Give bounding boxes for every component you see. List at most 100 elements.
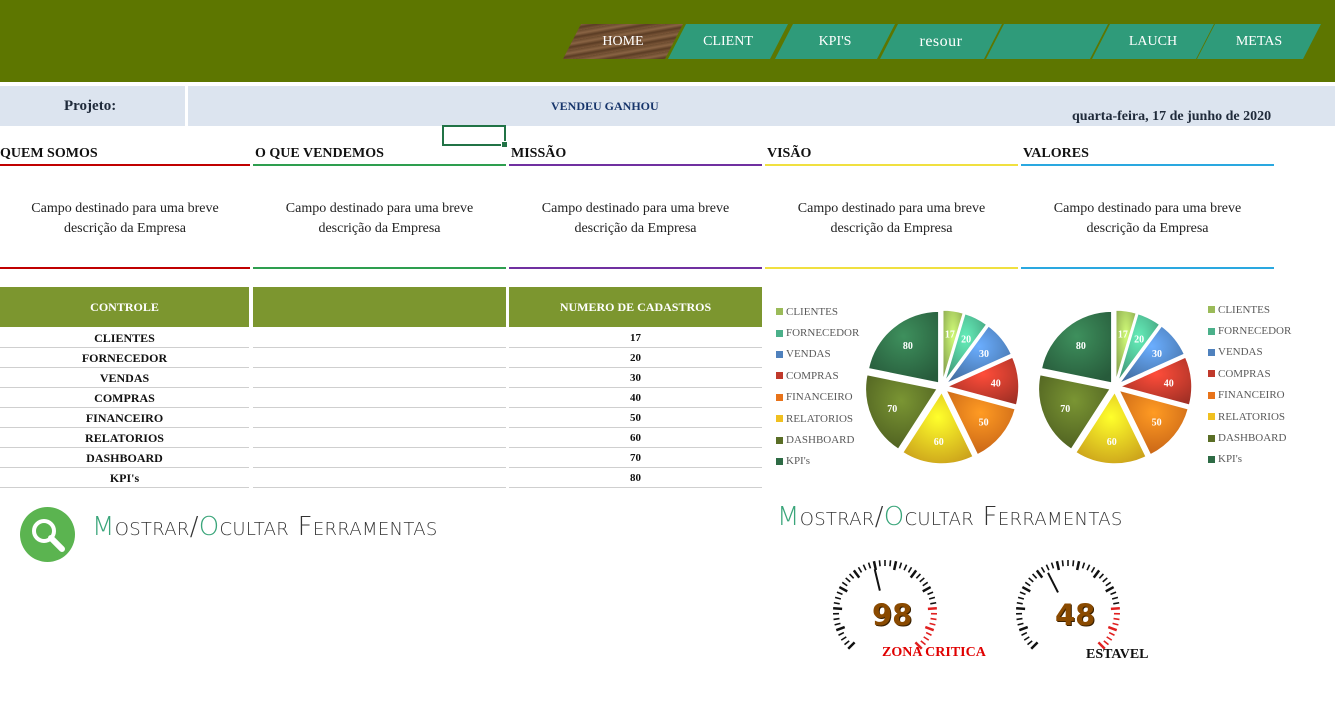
gauge-tick	[1113, 601, 1120, 605]
table-row[interactable]: RELATORIOS 60	[0, 428, 762, 448]
table-row[interactable]: COMPRAS 40	[0, 388, 762, 408]
gauge-tick	[1040, 566, 1046, 573]
legend-swatch	[1208, 327, 1215, 335]
row-name: FORNECEDOR	[0, 348, 249, 368]
section-description[interactable]: Campo destinado para uma breve descrição …	[253, 199, 506, 247]
search-toggle-button[interactable]	[20, 507, 75, 562]
section-description[interactable]: Campo destinado para uma breve descrição …	[509, 199, 762, 247]
toggle-tools-left[interactable]: Mostrar/Ocultar Ferramentas	[92, 512, 438, 542]
tab-metas[interactable]: METAS	[1197, 24, 1321, 59]
table-row[interactable]: KPI's 80	[0, 468, 762, 488]
gauge-tick	[1050, 562, 1055, 569]
table-row[interactable]: FINANCEIRO 50	[0, 408, 762, 428]
tab-client[interactable]: CLIENT	[668, 24, 788, 59]
project-name[interactable]: VENDEU GANHOU	[551, 99, 659, 114]
pie-data-label: 17	[945, 330, 955, 341]
gauge-tick	[1111, 596, 1119, 600]
table-row[interactable]: CLIENTES 17	[0, 328, 762, 348]
section-description[interactable]: Campo destinado para uma breve descrição …	[765, 199, 1018, 247]
pie-data-label: 70	[1060, 404, 1070, 415]
gauge-tick	[834, 622, 841, 626]
table-row[interactable]: FORNECEDOR 20	[0, 348, 762, 368]
legend-swatch	[1208, 370, 1215, 378]
gauge-tick	[923, 636, 930, 641]
legend-item: RELATORIOS	[776, 408, 859, 429]
gauge-tick	[1018, 625, 1029, 632]
section-description-line1: Campo destinado para uma breve	[541, 201, 730, 216]
section-bottom-line	[1021, 267, 1274, 269]
legend-item: FINANCEIRO	[776, 387, 859, 408]
legend-swatch	[776, 350, 783, 358]
gauge-tick	[838, 631, 845, 636]
gauge-tick	[1081, 562, 1086, 569]
tab-client-label: CLIENT	[703, 33, 753, 49]
legend-swatch	[1208, 413, 1215, 421]
legend-swatch	[776, 457, 783, 465]
pie-data-label: 80	[903, 341, 913, 352]
gauge-tick	[1055, 560, 1061, 571]
tab-home[interactable]: HOME	[563, 24, 683, 59]
row-value: 20	[509, 348, 762, 368]
pie-data-label: 40	[991, 379, 1001, 390]
section-underline	[765, 164, 1018, 166]
gauge-tick	[857, 566, 863, 573]
section-underline	[253, 164, 506, 166]
section-title: MISSÃO	[511, 146, 567, 161]
gauge-tick	[1106, 636, 1113, 641]
gauge-tick	[1092, 569, 1101, 579]
gauge-tick	[872, 560, 878, 571]
legend-item: RELATORIOS	[1208, 406, 1291, 427]
legend-item: COMPRAS	[1208, 363, 1291, 384]
section-description[interactable]: Campo destinado para uma breve descrição …	[1021, 199, 1274, 247]
gauge-tick	[1112, 622, 1119, 626]
gauge-tick	[1102, 577, 1108, 583]
section-description[interactable]: Campo destinado para uma breve descrição …	[0, 199, 250, 247]
gauge-tick	[848, 573, 855, 579]
row-blank	[253, 428, 506, 448]
tab-blank[interactable]	[986, 24, 1108, 59]
gauge-tick	[1021, 585, 1031, 593]
row-value: 50	[509, 408, 762, 428]
gauge-tick	[845, 577, 851, 583]
section-underline	[1021, 164, 1274, 166]
selected-cell[interactable]	[442, 125, 508, 148]
section-o-que-vendemos: O QUE VENDEMOS Campo destinado para uma …	[253, 146, 506, 269]
gauge-tick	[1105, 581, 1112, 587]
gauge-tick	[1027, 640, 1033, 646]
legend-swatch	[1208, 348, 1215, 356]
legend-item: DASHBOARD	[776, 429, 859, 450]
tab-resour[interactable]: resour	[880, 24, 1002, 59]
gauge-tick	[1024, 581, 1031, 587]
pie-data-label: 60	[934, 437, 944, 448]
table-row[interactable]: DASHBOARD 70	[0, 448, 762, 468]
section-description-line1: Campo destinado para uma breve	[797, 201, 986, 216]
section-bottom-line	[509, 267, 762, 269]
tab-kpis[interactable]: KPI'S	[775, 24, 895, 59]
toggle-tools-right[interactable]: Mostrar/Ocultar Ferramentas	[777, 502, 1123, 532]
gauge-tick	[925, 631, 932, 636]
gauge-tick	[1090, 566, 1096, 573]
gauge-tick	[833, 601, 840, 605]
table-row[interactable]: VENDAS 30	[0, 368, 762, 388]
toggle-text-2: cultar Ferramentas	[219, 512, 438, 542]
section-quem-somos: QUEM SOMOS Campo destinado para uma brev…	[0, 146, 250, 269]
row-name: KPI's	[0, 468, 249, 488]
section-valores: VALORES Campo destinado para uma breve de…	[1021, 146, 1274, 269]
gauge-tick	[889, 560, 892, 567]
gauge-tick	[852, 569, 861, 579]
gauge-needle	[873, 568, 881, 591]
gauge-tick	[844, 640, 850, 646]
gauge-tick	[928, 596, 936, 600]
row-name: CLIENTES	[0, 328, 249, 348]
gauge-tick	[1098, 573, 1105, 579]
gauge-needle	[1047, 572, 1059, 593]
row-name: FINANCEIRO	[0, 408, 249, 428]
gauge-tick	[909, 569, 918, 579]
row-name: RELATORIOS	[0, 428, 249, 448]
pie-data-label: 30	[1152, 349, 1162, 360]
section-description-line1: Campo destinado para uma breve	[31, 201, 219, 216]
legend-label: RELATORIOS	[786, 412, 854, 425]
legend-label: RELATORIOS	[1218, 410, 1286, 423]
tab-lauch[interactable]: LAUCH	[1092, 24, 1214, 59]
gauge-tick	[1016, 601, 1023, 605]
